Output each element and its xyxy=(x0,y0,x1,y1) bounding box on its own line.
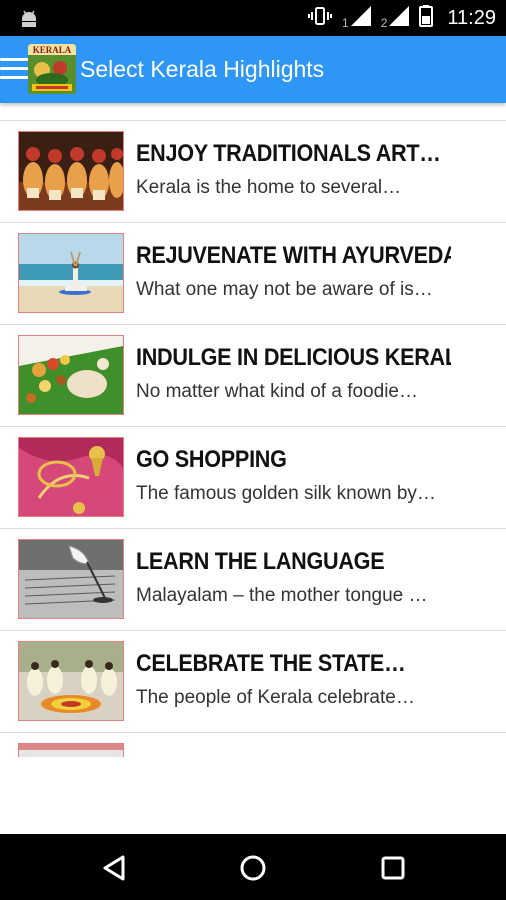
item-description: What one may not be aware of is… xyxy=(136,279,433,300)
list-inner: ENJOY TRADITIONALS ART… Kerala is the ho… xyxy=(0,103,506,757)
partial-item-image xyxy=(18,743,124,757)
logo-text: KERALA xyxy=(33,45,72,55)
list-item[interactable]: CELEBRATE THE STATE… The people of Keral… xyxy=(0,631,506,733)
signal-icon xyxy=(350,5,371,31)
list-item[interactable] xyxy=(0,733,506,757)
list-item[interactable]: INDULGE IN DELICIOUS KERAL… No matter wh… xyxy=(0,325,506,427)
status-bar: 1 2 11:29 xyxy=(0,0,506,36)
signal-icon xyxy=(389,5,410,31)
yoga-beach-image xyxy=(18,233,124,313)
hamburger-menu-icon[interactable] xyxy=(0,58,28,80)
list-item[interactable]: LEARN THE LANGUAGE Malayalam – the mothe… xyxy=(0,529,506,631)
sim2-signal: 2 xyxy=(380,5,410,31)
item-description: The people of Kerala celebrate… xyxy=(136,687,415,708)
status-icons: 1 2 11:29 xyxy=(308,0,496,36)
sim1-label: 1 xyxy=(342,15,349,30)
gold-jewelry-silk-image xyxy=(18,437,124,517)
page-title: Select Kerala Highlights xyxy=(80,56,325,82)
item-description: The famous golden silk known by… xyxy=(136,483,436,504)
back-icon[interactable] xyxy=(95,848,135,888)
battery-icon xyxy=(419,4,434,32)
list-item[interactable]: ENJOY TRADITIONALS ART… Kerala is the ho… xyxy=(0,121,506,223)
list-item[interactable]: REJUVENATE WITH AYURVEDA What one may no… xyxy=(0,223,506,325)
onam-celebration-image xyxy=(18,641,124,721)
item-title: REJUVENATE WITH AYURVEDA xyxy=(136,242,451,269)
kathakali-dancers-image xyxy=(18,131,124,211)
item-title: CELEBRATE THE STATE… xyxy=(136,650,406,677)
list-item[interactable] xyxy=(0,103,506,121)
item-title: ENJOY TRADITIONALS ART… xyxy=(136,140,441,167)
sim2-label: 2 xyxy=(380,15,388,30)
item-description: No matter what kind of a foodie… xyxy=(136,381,418,402)
item-description: Kerala is the home to several… xyxy=(136,177,402,198)
item-title: INDULGE IN DELICIOUS KERAL… xyxy=(136,344,451,371)
item-title: LEARN THE LANGUAGE xyxy=(136,548,385,575)
item-title: GO SHOPPING xyxy=(136,446,287,473)
home-icon[interactable] xyxy=(233,848,273,888)
vibrate-icon xyxy=(308,5,333,32)
item-description: Malayalam – the mother tongue … xyxy=(136,585,428,606)
list-item[interactable]: GO SHOPPING The famous golden silk known… xyxy=(0,427,506,529)
app-bar: KERALA Select Kerala Highlights xyxy=(0,36,506,103)
banana-leaf-meal-image xyxy=(18,335,124,415)
screen: 1 2 11:29 KERALA Select Kerala Highlight… xyxy=(0,0,506,900)
navigation-bar xyxy=(0,834,506,900)
android-debug-icon xyxy=(18,7,40,29)
clock: 11:29 xyxy=(447,6,496,29)
quill-manuscript-image xyxy=(18,539,124,619)
recents-icon[interactable] xyxy=(373,848,413,888)
highlights-list[interactable]: ENJOY TRADITIONALS ART… Kerala is the ho… xyxy=(0,103,506,757)
sim1-signal: 1 xyxy=(342,5,371,31)
app-logo[interactable]: KERALA xyxy=(28,44,76,94)
